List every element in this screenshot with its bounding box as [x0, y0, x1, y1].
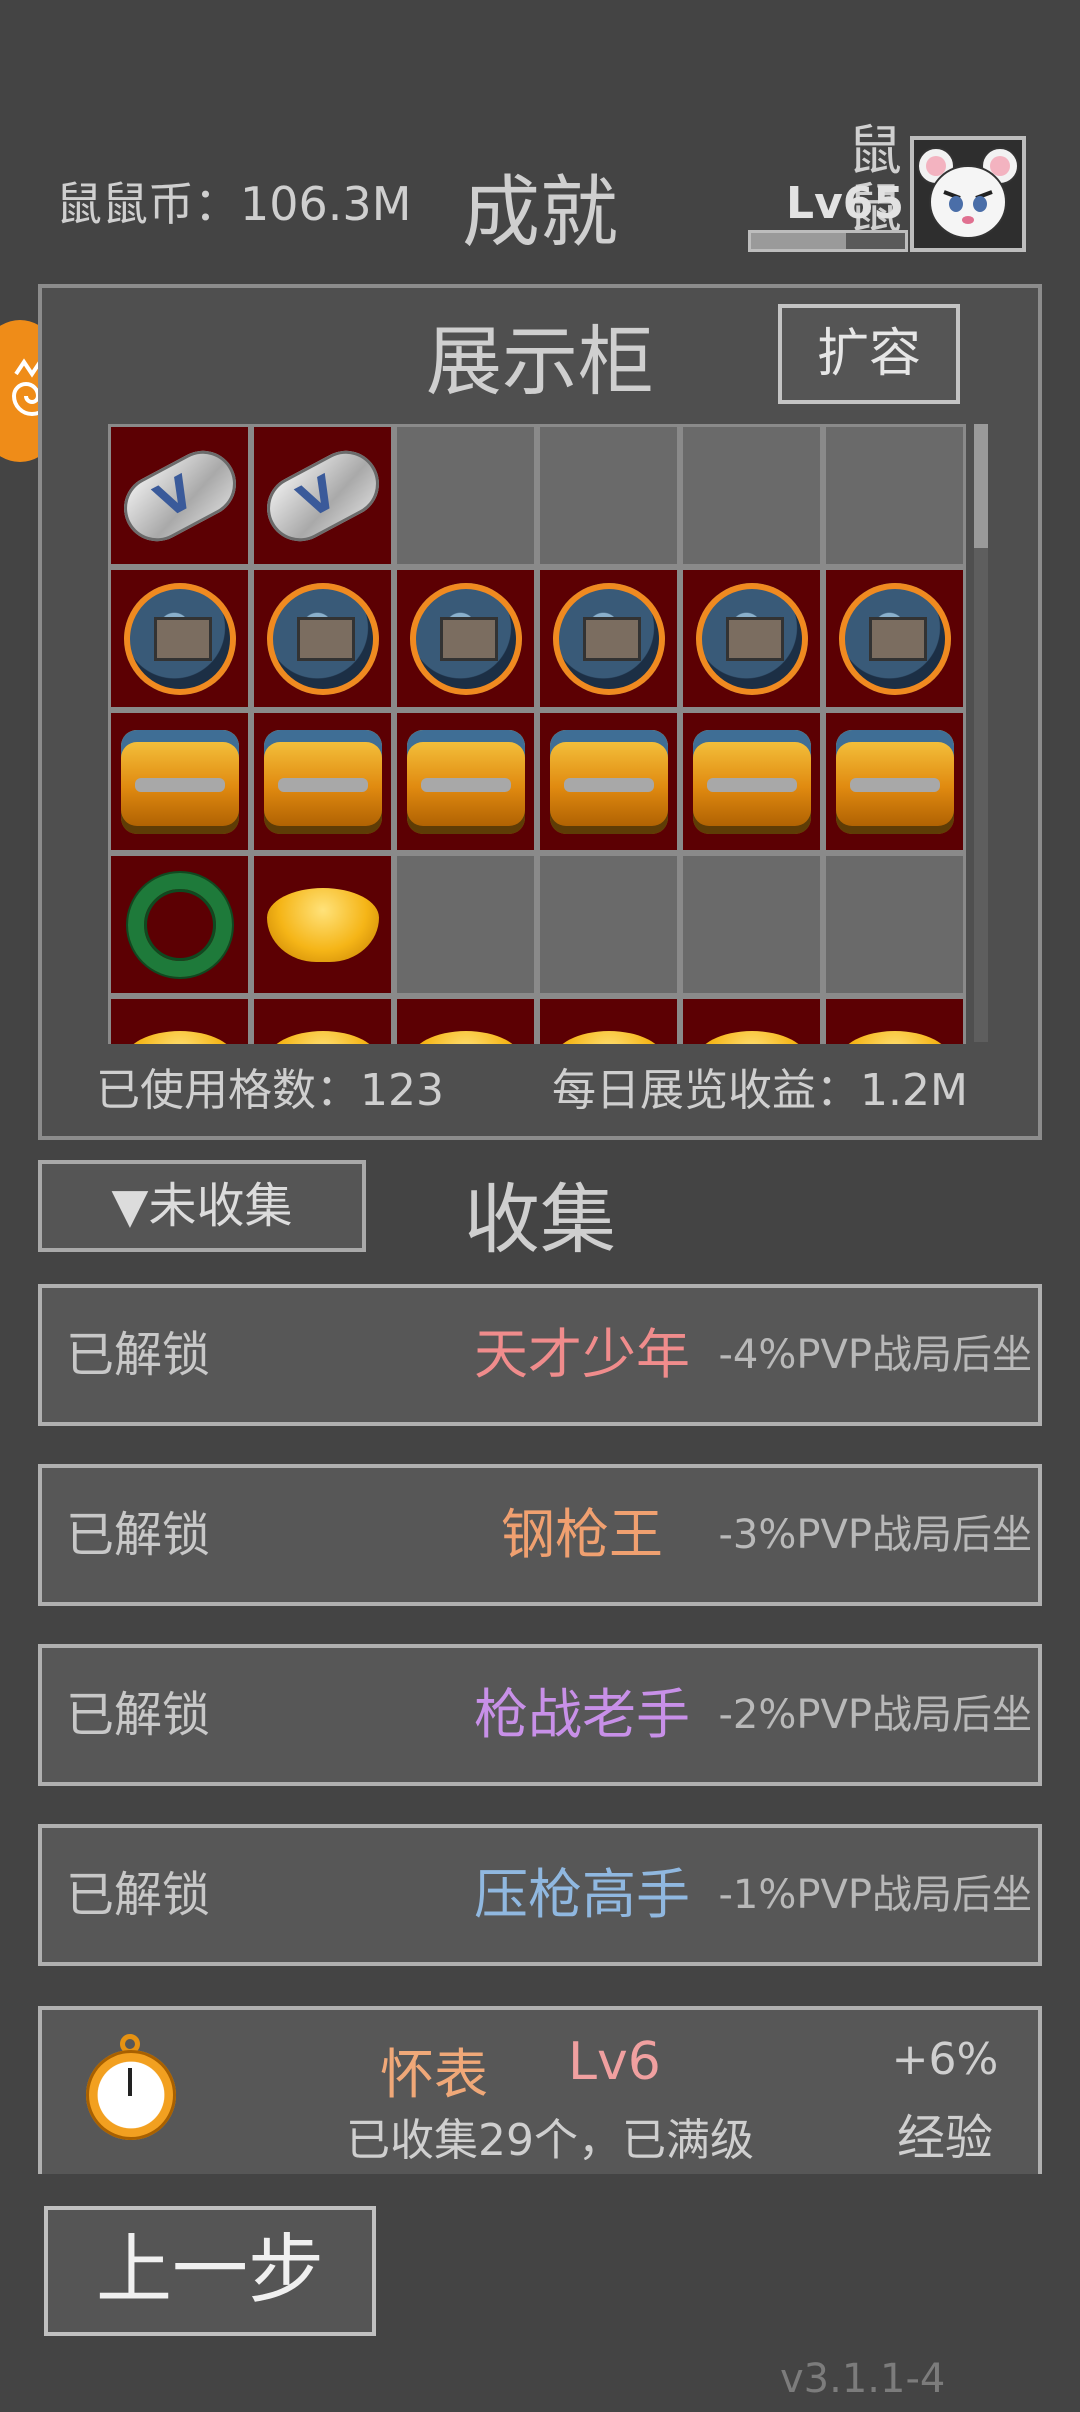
- pocket-watch-icon: [86, 2034, 176, 2144]
- item-slot[interactable]: [537, 567, 680, 710]
- collection-item-progress: 已收集29个，已满级: [346, 2115, 754, 2166]
- achievement-status: 已解锁: [66, 1507, 211, 1563]
- watch-icon: [695, 582, 808, 695]
- empty-slot[interactable]: [394, 853, 537, 996]
- item-slot[interactable]: [680, 710, 823, 853]
- item-slot[interactable]: [823, 996, 966, 1044]
- item-slot[interactable]: [108, 996, 251, 1044]
- watch-icon: [123, 582, 236, 695]
- expand-button[interactable]: 扩容: [778, 304, 960, 404]
- item-slot[interactable]: [823, 710, 966, 853]
- item-slot[interactable]: [394, 567, 537, 710]
- item-slot[interactable]: [108, 853, 251, 996]
- collection-item-bonus: +6%: [891, 2034, 999, 2085]
- jar-icon: [263, 729, 382, 834]
- achievement-bonus: -1%PVP战局后坐: [718, 1872, 1033, 1918]
- uncollected-filter-dropdown[interactable]: ▼未收集: [38, 1160, 366, 1252]
- used-slots-text: 已使用格数：123: [96, 1065, 444, 1116]
- watch-icon: [838, 582, 951, 695]
- collection-title: 收集: [464, 1175, 616, 1264]
- achievement-bonus: -3%PVP战局后坐: [718, 1512, 1033, 1558]
- item-slot[interactable]: [537, 710, 680, 853]
- item-slot[interactable]: [251, 424, 394, 567]
- watch-icon: [266, 582, 379, 695]
- item-slot[interactable]: [251, 853, 394, 996]
- empty-slot[interactable]: [537, 853, 680, 996]
- item-slot[interactable]: [108, 424, 251, 567]
- item-slot[interactable]: [680, 567, 823, 710]
- daily-income-text: 每日展览收益：1.2M: [552, 1065, 968, 1116]
- jar-icon: [406, 729, 525, 834]
- item-slot[interactable]: [251, 567, 394, 710]
- avatar[interactable]: [910, 136, 1026, 252]
- coin-balance: 鼠鼠币：106.3M: [56, 177, 412, 231]
- item-slot[interactable]: [394, 996, 537, 1044]
- cabinet-scroll-thumb[interactable]: [974, 424, 988, 548]
- empty-slot[interactable]: [680, 424, 823, 567]
- item-slot[interactable]: [394, 710, 537, 853]
- cabinet-grid[interactable]: [108, 424, 968, 1044]
- version-label: v3.1.1-4: [780, 2356, 946, 2402]
- ingot-icon: [266, 887, 379, 962]
- jar-icon: [835, 729, 954, 834]
- ingot-icon: [266, 1030, 379, 1044]
- empty-slot[interactable]: [823, 424, 966, 567]
- xp-bar-fill: [751, 233, 847, 249]
- collection-item-level: Lv6: [568, 2032, 661, 2092]
- achievement-status: 已解锁: [66, 1687, 211, 1743]
- jar-icon: [120, 729, 239, 834]
- item-slot[interactable]: [108, 567, 251, 710]
- empty-slot[interactable]: [823, 853, 966, 996]
- player-level: Lv65: [786, 178, 904, 229]
- watch-icon: [552, 582, 665, 695]
- collection-item-bonus-type: 经验: [896, 2110, 993, 2166]
- mouse-avatar-icon: [917, 147, 1019, 239]
- ingot-icon: [695, 1030, 808, 1044]
- item-slot[interactable]: [680, 996, 823, 1044]
- ingot-icon: [838, 1030, 951, 1044]
- jar-icon: [692, 729, 811, 834]
- achievement-row[interactable]: 已解锁 压枪高手 -1%PVP战局后坐: [38, 1824, 1042, 1966]
- achievement-row[interactable]: 已解锁 天才少年 -4%PVP战局后坐: [38, 1284, 1042, 1426]
- empty-slot[interactable]: [394, 424, 537, 567]
- cabinet-grid-cells: [108, 424, 968, 1044]
- achievement-status: 已解锁: [66, 1867, 211, 1923]
- achievement-status: 已解锁: [66, 1327, 211, 1383]
- achievement-row[interactable]: 已解锁 枪战老手 -2%PVP战局后坐: [38, 1644, 1042, 1786]
- cabinet-title: 展示柜: [426, 317, 654, 406]
- item-slot[interactable]: [108, 710, 251, 853]
- cabinet-scrollbar[interactable]: [974, 424, 988, 1042]
- page-title: 成就: [461, 168, 618, 258]
- collection-item-name: 怀表: [380, 2043, 488, 2106]
- capsule-icon: [111, 438, 248, 553]
- back-button[interactable]: 上一步: [44, 2206, 376, 2336]
- item-slot[interactable]: [537, 996, 680, 1044]
- item-slot[interactable]: [251, 710, 394, 853]
- capsule-icon: [254, 438, 391, 553]
- empty-slot[interactable]: [680, 853, 823, 996]
- achievement-row[interactable]: 已解锁 钢枪王 -3%PVP战局后坐: [38, 1464, 1042, 1606]
- watch-icon: [409, 582, 522, 695]
- xp-bar: [748, 230, 908, 252]
- ingot-icon: [123, 1030, 236, 1044]
- achievement-bonus: -4%PVP战局后坐: [718, 1332, 1033, 1378]
- achievement-bonus: -2%PVP战局后坐: [718, 1692, 1033, 1738]
- ring-icon: [127, 872, 232, 977]
- item-slot[interactable]: [251, 996, 394, 1044]
- empty-slot[interactable]: [537, 424, 680, 567]
- jar-icon: [549, 729, 668, 834]
- ingot-icon: [552, 1030, 665, 1044]
- item-slot[interactable]: [823, 567, 966, 710]
- ingot-icon: [409, 1030, 522, 1044]
